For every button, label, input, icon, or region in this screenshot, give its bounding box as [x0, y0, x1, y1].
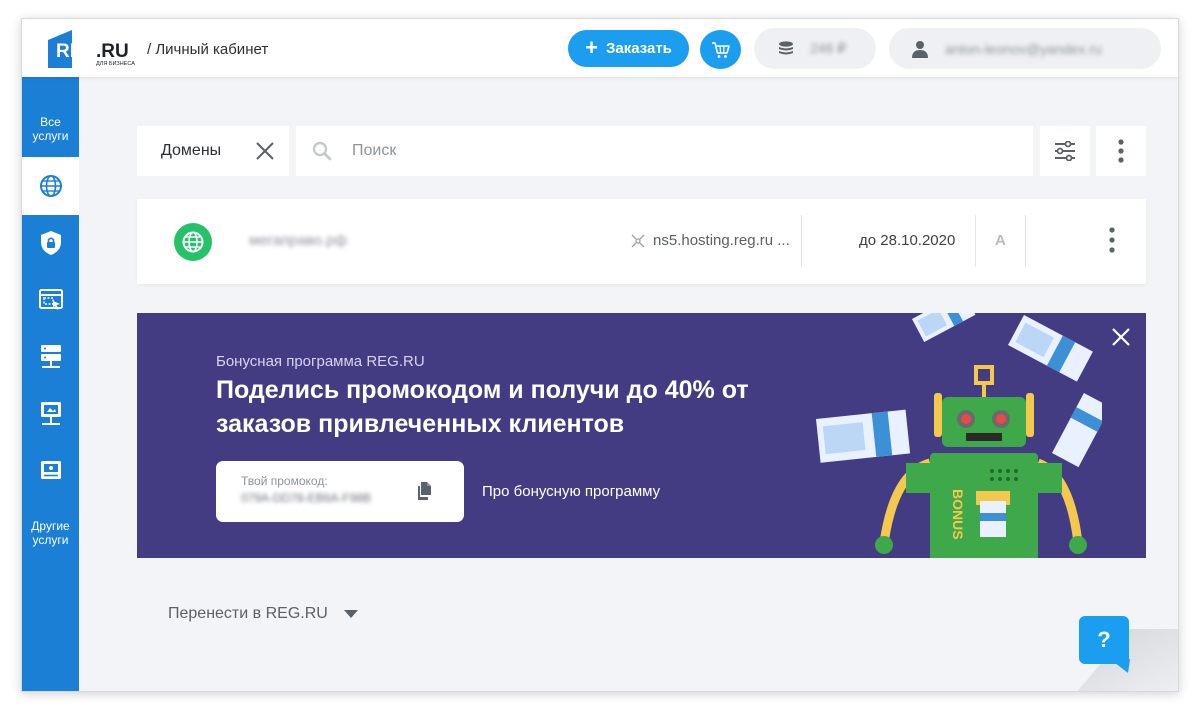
search-input[interactable]	[352, 142, 952, 160]
close-icon[interactable]	[256, 142, 274, 160]
coins-icon	[779, 40, 793, 54]
sidebar: Все услуги Другие услуги	[22, 77, 79, 691]
domain-globe-icon	[174, 223, 212, 261]
balance-button[interactable]: 246 ₽	[754, 28, 876, 69]
hosting-icon	[40, 461, 61, 479]
promo-code-card: Твой промокод: 079A-DD78-EB6A-F98B	[216, 461, 464, 522]
filter-chip-label: Домены	[161, 142, 222, 159]
breadcrumb[interactable]: / Личный кабинет	[147, 41, 268, 58]
kebab-menu-icon	[1118, 139, 1124, 163]
filter-chip-domains[interactable]: Домены	[137, 126, 289, 176]
sidebar-all-services[interactable]: Все услуги	[22, 115, 79, 143]
sidebar-item-ssl[interactable]	[22, 214, 79, 272]
transfer-label: Перенести в REG.RU	[168, 605, 328, 622]
domain-name[interactable]: мегаправо.рф	[249, 232, 347, 249]
sidebar-item-domains[interactable]	[22, 157, 79, 215]
banner-headline: Поделись промокодом и получи до 40% от з…	[216, 376, 749, 438]
help-bubble-tail-icon	[1110, 659, 1130, 673]
caret-down-icon	[343, 609, 358, 618]
domain-nameservers: ns5.hosting.reg.ru ...	[631, 232, 790, 249]
banner-kicker: Бонусная программа REG.RU	[216, 353, 425, 370]
sidebar-other-services[interactable]: Другие услуги	[22, 519, 79, 547]
user-icon	[912, 40, 928, 58]
promo-code: 079A-DD78-EB6A-F98B	[241, 491, 372, 505]
column-divider	[801, 215, 802, 267]
sidebar-item-vps[interactable]	[22, 385, 79, 443]
transfer-dropdown[interactable]: Перенести в REG.RU	[168, 605, 358, 623]
sidebar-item-website-builder[interactable]	[22, 271, 79, 329]
website-builder-icon	[38, 289, 63, 310]
sidebar-item-hosting[interactable]	[22, 328, 79, 386]
table-row[interactable]: мегаправо.рф ns5.hosting.reg.ru ... до 2…	[137, 199, 1146, 284]
balance-amount: 246 ₽	[810, 40, 847, 56]
nameservers-text: ns5.hosting.reg.ru ...	[653, 232, 790, 249]
bonus-program-link[interactable]: Про бонусную программу	[482, 483, 660, 500]
promo-label: Твой промокод:	[241, 474, 328, 488]
user-email: anton-leonov@yandex.ru	[945, 40, 1102, 57]
order-label: Заказать	[605, 40, 672, 57]
more-options-button[interactable]	[1096, 126, 1146, 176]
sidebar-item-dedicated[interactable]	[22, 442, 79, 500]
close-banner-icon[interactable]	[1112, 328, 1130, 346]
column-divider	[1025, 215, 1026, 267]
column-divider	[975, 215, 976, 267]
bonus-banner: Бонусная программа REG.RU Поделись промо…	[137, 313, 1146, 558]
logo-text: REG	[56, 41, 97, 62]
shield-lock-icon	[40, 231, 61, 255]
dns-icon	[631, 234, 645, 247]
help-button[interactable]: ?	[1079, 616, 1129, 664]
row-kebab-menu-icon[interactable]	[1109, 227, 1115, 253]
search-box	[296, 126, 1033, 176]
bonus-robot-illustration: BONUS	[816, 313, 1102, 558]
sliders-icon	[1055, 141, 1075, 161]
svg-text:.RU: .RU	[96, 41, 129, 62]
filter-settings-button[interactable]	[1040, 126, 1090, 176]
user-menu[interactable]: anton-leonov@yandex.ru	[889, 28, 1161, 69]
cart-icon	[711, 41, 730, 58]
domain-expiry-date: до 28.10.2020	[859, 232, 956, 249]
plus-icon: +	[585, 34, 598, 60]
order-button[interactable]: + Заказать	[568, 30, 689, 67]
copy-icon[interactable]	[417, 481, 433, 501]
robot-bonus-text: BONUS	[950, 489, 966, 540]
domain-status-letter: А	[995, 232, 1006, 249]
svg-text:ДЛЯ БИЗНЕСА: ДЛЯ БИЗНЕСА	[96, 61, 135, 67]
cart-button[interactable]	[700, 30, 741, 69]
app-window: REG .RU ДЛЯ БИЗНЕСА / Личный кабинет + З…	[21, 18, 1179, 692]
search-icon	[312, 141, 332, 161]
vps-icon	[40, 402, 61, 425]
top-bar: REG .RU ДЛЯ БИЗНЕСА / Личный кабинет + З…	[22, 19, 1178, 77]
globe-icon	[39, 175, 62, 197]
regru-logo[interactable]: REG .RU ДЛЯ БИЗНЕСА	[44, 28, 144, 70]
server-icon	[40, 345, 61, 368]
